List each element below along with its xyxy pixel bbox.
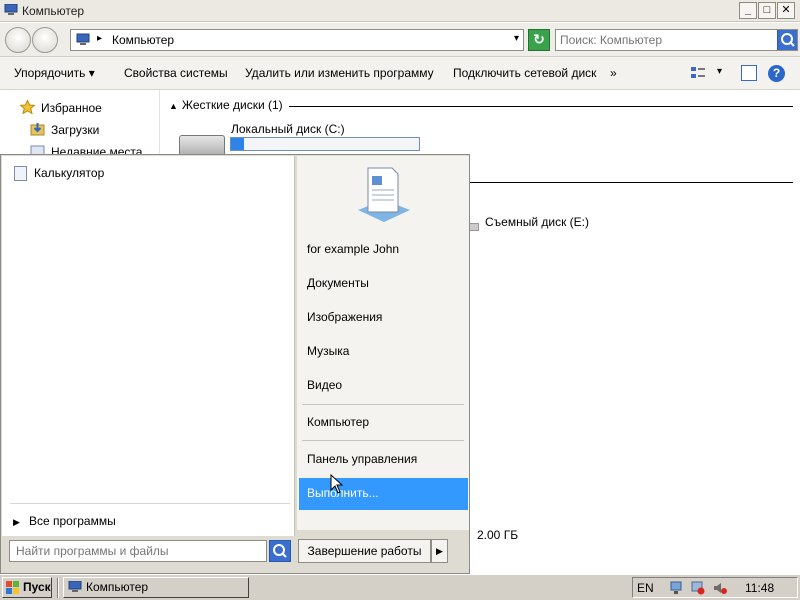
back-button[interactable] [5,27,31,53]
more-commands-button[interactable]: » [610,66,617,80]
hard-disks-group-header[interactable]: ▲ Жесткие диски (1) [169,98,283,112]
view-options-icon[interactable] [690,65,706,81]
taskbar: Пуск Компьютер EN 11:48 [0,574,800,600]
chevron-down-icon[interactable]: ▾ [514,33,519,44]
preview-pane-icon[interactable] [741,65,757,81]
computer-icon [68,581,82,592]
search-icon[interactable] [269,540,291,562]
computer-icon [4,4,18,15]
taskbar-button-label: Компьютер [86,580,149,594]
refresh-button[interactable]: ↻ [528,29,550,51]
start-search-input[interactable] [16,543,256,559]
start-item-control-panel[interactable]: Панель управления [307,452,417,466]
nav-favorites[interactable]: Избранное [41,101,102,115]
minimize-button[interactable]: _ [739,2,757,19]
triangle-right-icon: ▶ [13,517,20,527]
organize-button[interactable]: Упорядочить ▾ [14,66,95,80]
window-title: Компьютер [22,4,85,18]
shutdown-options-arrow[interactable]: ▶ [431,539,448,563]
title-bar: Компьютер _ □ ✕ [0,0,800,22]
start-menu: Калькулятор ▶ Все программы for example … [0,154,470,574]
search-input[interactable] [560,32,770,48]
divider [57,578,59,598]
search-box[interactable] [555,29,798,51]
collapse-icon: ▲ [169,101,178,111]
start-button[interactable]: Пуск [2,577,52,598]
computer-icon [76,33,90,45]
start-item-computer[interactable]: Компьютер [307,415,369,429]
divider [302,404,464,405]
chevron-right-icon[interactable]: ▸ [97,33,102,44]
system-tray: EN 11:48 [632,577,798,598]
group-divider [467,182,793,183]
windows-logo-icon [6,581,19,594]
chevron-down-icon[interactable]: ▾ [717,66,722,77]
nav-downloads[interactable]: Загрузки [51,123,99,137]
close-button[interactable]: ✕ [777,2,795,19]
removable-disk-label[interactable]: Съемный диск (E:) [485,215,589,229]
free-space-info: 2.00 ГБ [477,528,519,542]
clock[interactable]: 11:48 [745,581,774,595]
all-programs-button[interactable]: Все программы [29,514,116,528]
start-search-box[interactable] [9,540,267,562]
maximize-button[interactable]: □ [758,2,776,19]
address-text: Компьютер [112,33,175,47]
downloads-icon [30,123,45,136]
star-icon [20,100,35,114]
volume-muted-icon[interactable] [713,581,727,595]
search-icon[interactable] [777,30,797,50]
calculator-icon [14,166,27,181]
local-disk-label[interactable]: Локальный диск (C:) [231,122,345,136]
start-item-documents[interactable]: Документы [307,276,369,290]
shutdown-button[interactable]: Завершение работы [298,539,431,563]
start-item-pictures[interactable]: Изображения [307,310,382,324]
start-label: Пуск [23,580,51,594]
command-bar: Упорядочить ▾ Свойства системы Удалить и… [0,57,800,90]
uninstall-program-button[interactable]: Удалить или изменить программу [245,66,434,80]
mouse-cursor-icon [330,474,344,494]
system-properties-button[interactable]: Свойства системы [124,66,228,80]
taskbar-button-computer[interactable]: Компьютер [63,577,249,598]
forward-button[interactable] [32,27,58,53]
start-item-music[interactable]: Музыка [307,344,349,358]
start-item-user[interactable]: for example John [307,242,399,256]
start-menu-places-pane: for example John Документы Изображения М… [297,156,469,530]
language-indicator[interactable]: EN [637,581,654,595]
program-calculator[interactable]: Калькулятор [34,166,104,180]
disk-usage-bar [230,137,420,151]
network-icon[interactable] [669,581,683,595]
help-icon[interactable]: ? [768,65,785,82]
user-picture-icon [358,167,410,222]
navigation-bar: ▸ Компьютер ▾ ↻ [0,23,800,57]
address-bar[interactable]: ▸ Компьютер ▾ [70,29,524,51]
hard-disks-label: Жесткие диски (1) [181,98,283,112]
map-network-drive-button[interactable]: Подключить сетевой диск [453,66,596,80]
start-item-video[interactable]: Видео [307,378,342,392]
disk-usage-fill [231,138,245,150]
group-divider [289,106,793,107]
divider [10,503,290,504]
start-menu-programs-pane: Калькулятор [2,156,295,508]
security-alert-icon[interactable] [691,581,705,595]
divider [302,440,464,441]
